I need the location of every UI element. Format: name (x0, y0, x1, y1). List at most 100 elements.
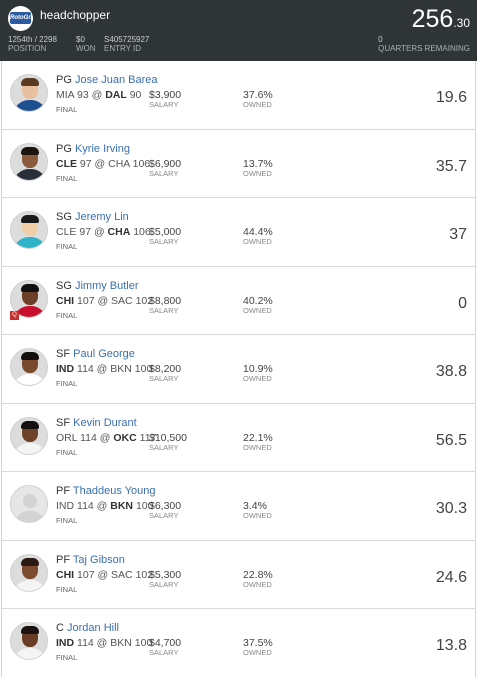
player-avatar[interactable] (10, 211, 48, 249)
player-name-line: PF Taj Gibson (56, 554, 125, 566)
position-stat: 1254th / 2298 Position (8, 35, 57, 53)
team2: SAC (111, 294, 133, 307)
score1: 114 (77, 637, 94, 649)
salary-label: Salary (149, 100, 179, 109)
injury-flag-icon: Q (10, 310, 19, 320)
player-position: C (56, 622, 64, 634)
player-name-link[interactable]: Jimmy Butler (75, 280, 139, 292)
salary-label: Salary (149, 168, 179, 178)
salary-value: $5,300 (149, 568, 182, 581)
score1: 107 (77, 294, 95, 307)
won-value: $0 (76, 35, 85, 44)
player-row[interactable]: PF Taj Gibson CHI 107 @ SAC 102 Final $5… (2, 540, 475, 609)
player-avatar[interactable] (10, 553, 48, 592)
entry-id-label: Entry ID (104, 44, 142, 53)
score1: 114 (77, 500, 94, 512)
player-name-link[interactable]: Jose Juan Barea (75, 74, 158, 86)
username[interactable]: headchopper (40, 8, 110, 22)
score-integer: 256 (411, 5, 454, 33)
player-row[interactable]: PF Thaddeus Young IND 114 @ BKN 100 Fina… (2, 472, 475, 541)
player-name-line: SF Kevin Durant (56, 417, 137, 429)
player-position: SF (56, 416, 71, 429)
game-status: Final (56, 379, 78, 388)
player-row[interactable]: C Jordan Hill IND 114 @ BKN 100 Final $4… (2, 609, 475, 677)
salary: $4,700 Salary (149, 638, 181, 657)
game-score: MIA 93 @ DAL 90 (56, 89, 142, 101)
player-row[interactable]: SF Paul George IND 114 @ BKN 100 Final $… (2, 335, 475, 404)
salary-value: $6,900 (149, 157, 182, 170)
player-name-link[interactable]: Paul George (73, 348, 135, 360)
team2: BKN (110, 500, 134, 512)
player-position: PF (56, 485, 71, 497)
player-avatar-placeholder[interactable] (10, 485, 48, 523)
game-status: Final (56, 516, 78, 525)
salary-label: Salary (149, 374, 179, 383)
ownership: 13.7% Owned (243, 158, 273, 178)
owned-label: Owned (243, 511, 272, 520)
team2: OKC (113, 431, 137, 444)
player-name-line: PF Thaddeus Young (56, 485, 156, 497)
game-status: Final (56, 173, 78, 183)
player-row[interactable]: PG Jose Juan Barea MIA 93 @ DAL 90 Final… (2, 61, 475, 130)
fantasy-points: 37 (449, 226, 467, 243)
entry-id-value: S405725927 (104, 35, 150, 44)
owned-value: 22.8% (243, 568, 273, 581)
ownership: 44.4% Owned (243, 227, 273, 246)
player-position: PG (56, 74, 72, 86)
score1: 97 (79, 157, 92, 170)
game-status: Final (56, 310, 78, 320)
game-status: Final (56, 105, 78, 114)
player-row[interactable]: PG Kyrie Irving CLE 97 @ CHA 106 Final $… (2, 129, 475, 198)
ownership: 22.8% Owned (243, 568, 273, 588)
fantasy-points: 35.7 (435, 157, 467, 175)
team2: DAL (105, 89, 127, 101)
salary: $10,500 Salary (149, 432, 187, 451)
player-row[interactable]: SG Jeremy Lin CLE 97 @ CHA 106 Final $5,… (2, 198, 475, 267)
player-avatar[interactable] (10, 622, 48, 660)
ownership: 40.2% Owned (243, 294, 273, 314)
won-label: Won (76, 44, 96, 53)
player-name-link[interactable]: Kyrie Irving (75, 143, 130, 155)
player-avatar[interactable] (10, 74, 48, 112)
salary: $3,900 Salary (149, 90, 181, 109)
owned-label: Owned (243, 168, 272, 178)
ownership: 10.9% Owned (243, 364, 273, 383)
team2: BKN (110, 363, 132, 375)
player-avatar[interactable] (10, 416, 48, 455)
player-name-link[interactable]: Jeremy Lin (75, 211, 129, 223)
player-row[interactable]: Q SG Jimmy Butler CHI 107 @ SAC 102 Fina… (2, 266, 475, 335)
lineup-header: RotoGrinders headchopper 1254th / 2298 P… (0, 0, 477, 61)
player-name-line: SG Jimmy Butler (56, 280, 139, 292)
player-name-link[interactable]: Kevin Durant (73, 417, 137, 429)
owned-value: 40.2% (243, 294, 273, 307)
score1: 114 (77, 363, 94, 375)
ownership: 3.4% Owned (243, 501, 272, 520)
ownership: 37.5% Owned (243, 638, 273, 657)
ownership: 37.6% Owned (243, 90, 273, 109)
game-score: CLE 97 @ CHA 106 (56, 157, 151, 170)
player-avatar[interactable] (10, 348, 48, 386)
logo-text: RotoGrinders (10, 12, 33, 24)
player-name-link[interactable]: Jordan Hill (67, 622, 119, 634)
fantasy-points: 24.6 (435, 568, 467, 586)
game-status: Final (56, 584, 78, 594)
salary: $6,900 Salary (149, 157, 182, 178)
player-name-link[interactable]: Thaddeus Young (73, 485, 156, 497)
player-name-line: SG Jeremy Lin (56, 211, 129, 223)
fantasy-points: 19.6 (435, 89, 467, 106)
player-row[interactable]: SF Kevin Durant ORL 114 @ OKC 117 Final … (2, 403, 475, 472)
rotogrinders-logo[interactable]: RotoGrinders (8, 6, 33, 31)
owned-label: Owned (243, 100, 272, 109)
fantasy-points: 30.3 (435, 500, 467, 517)
player-avatar[interactable] (10, 142, 48, 181)
game-status: Final (56, 242, 78, 251)
player-name-link[interactable]: Taj Gibson (73, 554, 125, 566)
salary: $6,300 Salary (149, 501, 181, 520)
player-position: SF (56, 348, 71, 360)
ownership: 22.1% Owned (243, 432, 273, 451)
player-name-line: PG Kyrie Irving (56, 143, 130, 155)
lineup-list: PG Jose Juan Barea MIA 93 @ DAL 90 Final… (1, 61, 476, 677)
player-position: SG (56, 211, 72, 223)
salary: $5,000 Salary (149, 227, 181, 246)
player-position: PF (56, 553, 71, 566)
